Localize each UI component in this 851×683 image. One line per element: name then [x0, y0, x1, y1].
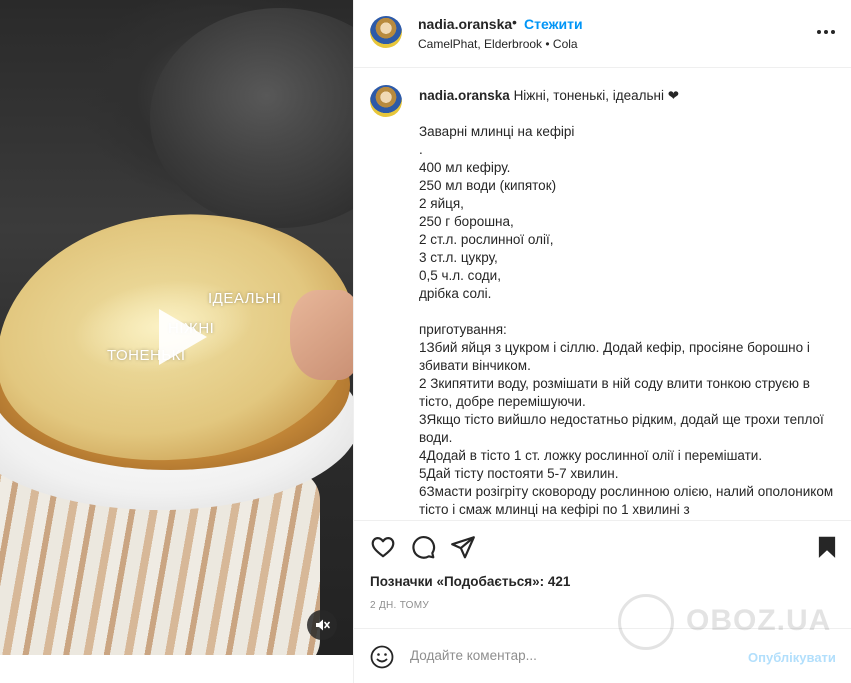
caption-line: 250 г борошна,: [419, 214, 514, 229]
publish-button[interactable]: Опублікувати: [748, 650, 836, 665]
caption-body: Заварні млинці на кефірі. 400 мл кефіру. 2…: [419, 123, 839, 519]
caption-line: Заварні млинці на кефірі: [419, 124, 575, 139]
heart-icon[interactable]: [370, 534, 396, 560]
separator-dot: •: [512, 14, 517, 30]
post-details-panel: nadia.oranska • Стежити CamelPhat, Elder…: [353, 0, 851, 683]
likes-count[interactable]: Позначки «Подобається»: 421: [370, 574, 570, 589]
speaker-muted-icon[interactable]: [307, 610, 337, 640]
post-video[interactable]: ІДЕАЛЬНІ НІЖНІ ТОНЕНЬКІ: [0, 0, 353, 655]
audio-link[interactable]: CamelPhat, Elderbrook • Cola: [418, 37, 578, 51]
caption-line: 4Додай в тісто 1 ст. ложку рослинної олі…: [419, 448, 763, 463]
caption-line: 400 мл кефіру.: [419, 160, 511, 175]
instagram-post-modal: ІДЕАЛЬНІ НІЖНІ ТОНЕНЬКІ nadia.oranska • …: [0, 0, 851, 683]
caption-line: 2 Зкипятити воду, розмішати в ній соду в…: [419, 376, 814, 409]
caption-line: 5Дай тісту постояти 5-7 хвилин.: [419, 466, 619, 481]
caption-title: Ніжні, тоненькі, ідеальні ❤: [513, 88, 680, 103]
caption-line: 6Змасти розігріту сковороду рослинною ол…: [419, 484, 837, 517]
caption-line: [419, 303, 839, 321]
paper-plane-icon[interactable]: [450, 534, 476, 560]
comment-input[interactable]: [410, 648, 730, 663]
caption-line: .: [419, 142, 423, 157]
comment-bar: Опублікувати: [354, 628, 851, 683]
comment-icon[interactable]: [410, 534, 436, 560]
caption-username[interactable]: nadia.oranska: [419, 88, 510, 103]
avatar[interactable]: [370, 16, 402, 48]
caption-line: 0,5 ч.л. соди,: [419, 268, 501, 283]
username-link[interactable]: nadia.oranska: [418, 16, 512, 32]
caption-line: 2 ст.л. рослинної олії,: [419, 232, 554, 247]
hand: [290, 290, 353, 380]
play-icon[interactable]: [145, 303, 213, 371]
post-timestamp[interactable]: 2 ДН. ТОМУ: [370, 600, 429, 611]
caption: nadia.oranska Ніжні, тоненькі, ідеальні …: [354, 69, 851, 519]
caption-line: 2 яйця,: [419, 196, 464, 211]
bookmark-icon[interactable]: [814, 534, 840, 560]
caption-line: дрібка солі.: [419, 286, 492, 301]
caption-line: 3 ст.л. цукру,: [419, 250, 498, 265]
action-bar: [354, 520, 851, 570]
post-header: nadia.oranska • Стежити CamelPhat, Elder…: [354, 0, 851, 68]
more-options-icon[interactable]: [814, 22, 838, 42]
caption-line: 1Збий яйця з цукром і сіллю. Додай кефір…: [419, 340, 814, 373]
emoji-icon[interactable]: [370, 645, 394, 669]
caption-first-line: nadia.oranska Ніжні, тоненькі, ідеальні …: [419, 87, 679, 105]
avatar[interactable]: [370, 85, 402, 117]
video-overlay-text: ІДЕАЛЬНІ: [208, 290, 282, 307]
caption-line: 3Якщо тісто вийшло недостатньо рідким, д…: [419, 412, 828, 445]
follow-button[interactable]: Стежити: [524, 16, 583, 32]
caption-line: приготування:: [419, 322, 507, 337]
caption-line: 250 мл води (кипяток): [419, 178, 557, 193]
